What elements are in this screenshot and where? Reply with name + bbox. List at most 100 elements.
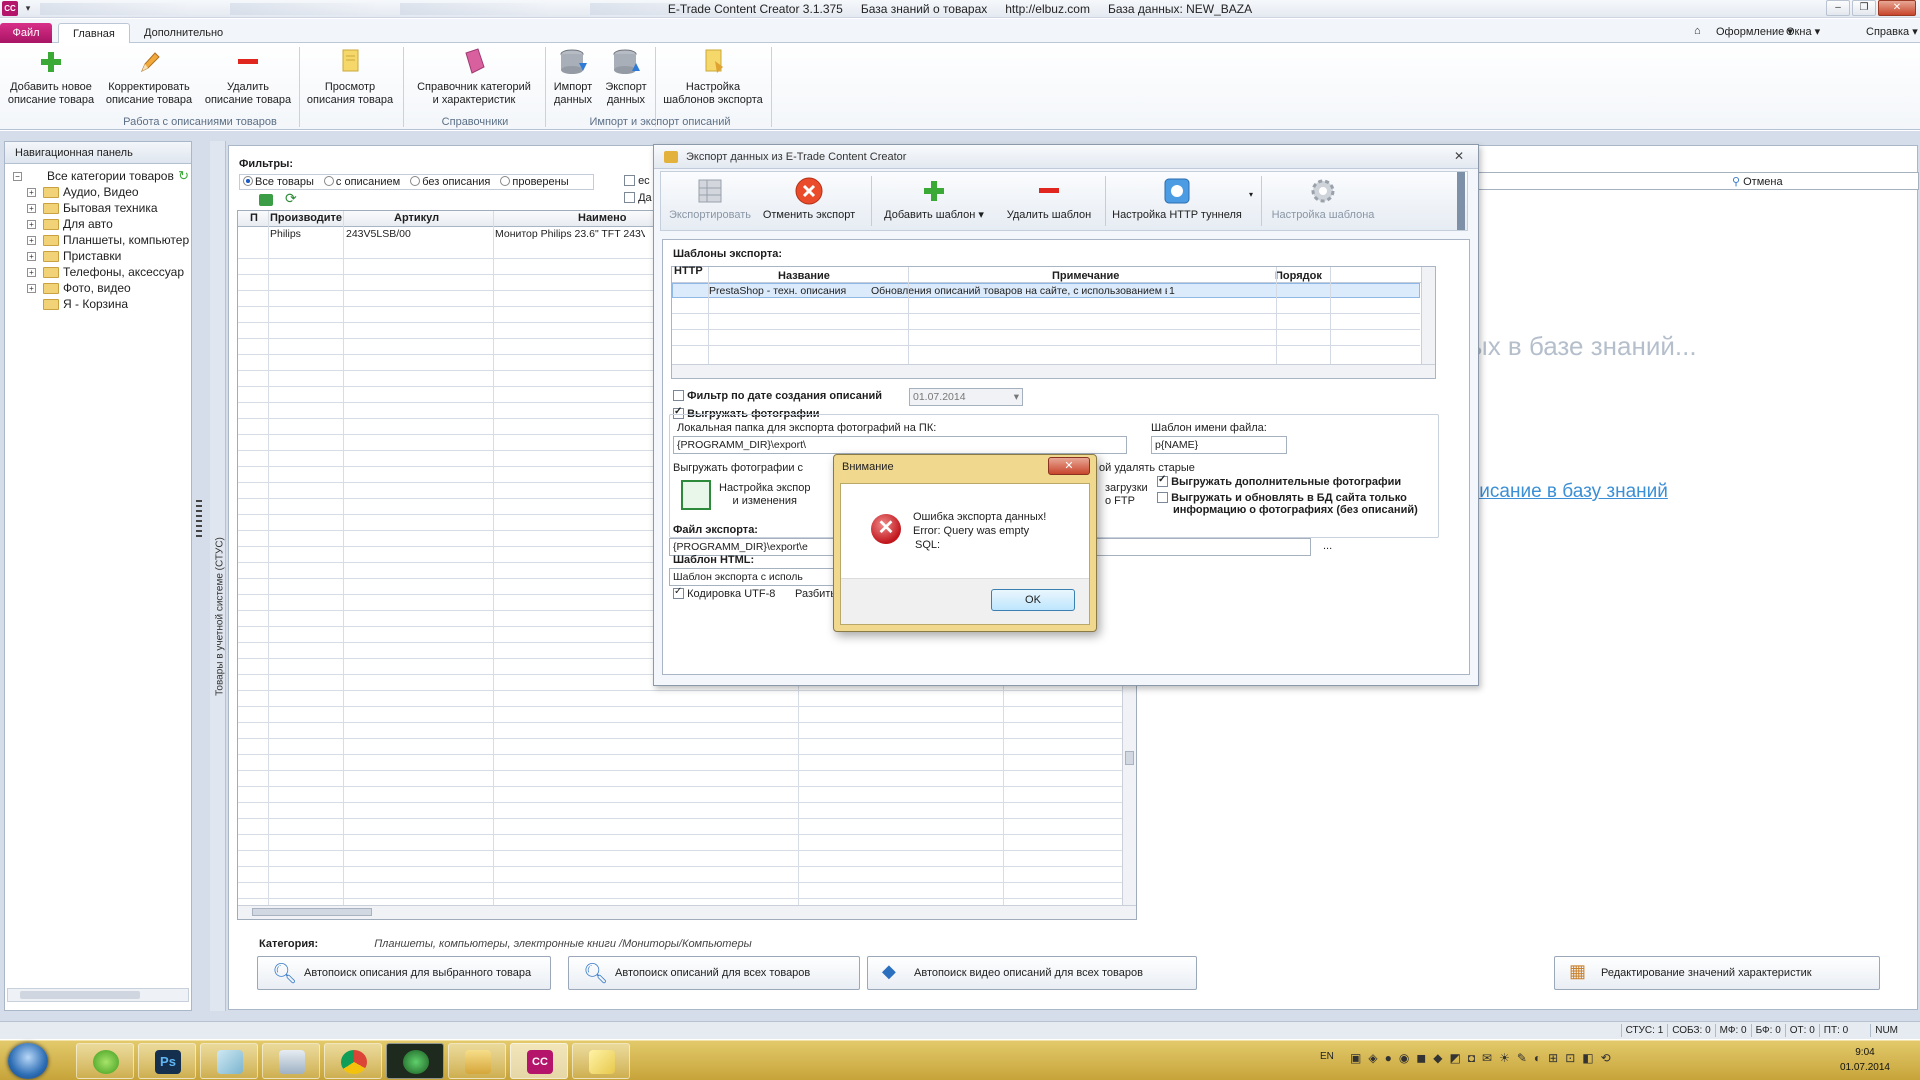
view-description-button[interactable]: Просмотр описания товара: [302, 47, 398, 107]
tray-language[interactable]: EN: [1320, 1051, 1334, 1062]
tab-file[interactable]: Файл: [0, 23, 52, 43]
tree-item[interactable]: + Бытовая техника: [9, 200, 189, 216]
filter-without-desc[interactable]: без описания: [410, 176, 490, 188]
search-field[interactable]: [1459, 172, 1919, 190]
utf8-check[interactable]: Кодировка UTF-8: [673, 586, 775, 600]
add-to-knowledge-link[interactable]: писание в базу знаний: [1469, 481, 1668, 503]
http-tunnel-button[interactable]: Настройка HTTP туннеля: [1111, 176, 1243, 222]
edit-description-button[interactable]: Корректировать описание товара: [104, 47, 194, 107]
templates-hscroll[interactable]: [672, 364, 1435, 378]
expand-icon[interactable]: +: [27, 220, 36, 229]
taskbar-app-dark[interactable]: [386, 1043, 444, 1079]
tunnel-icon: [1164, 178, 1190, 204]
start-button[interactable]: [8, 1043, 48, 1079]
menu-windows[interactable]: Окна ▾: [1786, 25, 1820, 38]
filter-all[interactable]: Все товары: [243, 176, 314, 188]
autosearch-all-button[interactable]: 🔍︎ Автопоиск описаний для всех товаров: [568, 956, 860, 990]
tree-item[interactable]: + Аудио, Видео: [9, 184, 189, 200]
filter-check-1[interactable]: ес: [624, 175, 650, 187]
filter-with-desc[interactable]: с описанием: [323, 176, 400, 188]
tab-home[interactable]: Главная: [58, 23, 130, 43]
menu-design[interactable]: Оформление ▾: [1716, 25, 1793, 38]
expand-icon[interactable]: +: [27, 284, 36, 293]
taskbar-notes[interactable]: [200, 1043, 258, 1079]
expand-icon[interactable]: +: [27, 252, 36, 261]
ftp-settings-icon[interactable]: [681, 480, 711, 510]
expand-icon[interactable]: +: [27, 188, 36, 197]
tree-root[interactable]: − Все категории товаров: [9, 168, 189, 184]
taskbar-content-creator[interactable]: CC: [510, 1043, 568, 1079]
taskbar-calculator[interactable]: [262, 1043, 320, 1079]
folder-icon: [43, 203, 59, 214]
tray-clock[interactable]: 9:04 01.07.2014: [1840, 1045, 1890, 1075]
database-import-icon: [560, 49, 587, 74]
minimize-icon[interactable]: –: [1826, 0, 1850, 16]
categories-reference-button[interactable]: Справочник категорий и характеристик: [406, 47, 542, 107]
template-row-selected[interactable]: PrestaShop - техн. описания Обновления о…: [672, 283, 1420, 298]
autosearch-selected-button[interactable]: 🔍︎ Автопоиск описания для выбранного това…: [257, 956, 551, 990]
expand-icon[interactable]: +: [27, 268, 36, 277]
cancel-export-button[interactable]: Отменить экспорт: [759, 176, 859, 222]
splitter-grip[interactable]: [196, 500, 202, 540]
close-icon[interactable]: ✕: [1048, 457, 1090, 475]
ftp-settings-text[interactable]: Настройка экспор и изменения: [719, 482, 810, 508]
templates-vscroll[interactable]: [1421, 267, 1435, 378]
chevron-down-icon[interactable]: ▾: [1249, 190, 1253, 199]
side-strip[interactable]: Товары в учетной системе (СТУС): [210, 141, 226, 1011]
ok-button[interactable]: OK: [991, 589, 1075, 611]
template-settings-button[interactable]: Настройка шаблона: [1267, 176, 1379, 222]
tree-item[interactable]: + Планшеты, компьютер: [9, 232, 189, 248]
nav-horizontal-scrollbar[interactable]: [7, 988, 189, 1002]
tree-item[interactable]: + Телефоны, аксессуар: [9, 264, 189, 280]
collapse-icon[interactable]: −: [13, 172, 22, 181]
cancel-link[interactable]: ⚲ Отмена: [1732, 175, 1783, 188]
tree-item-trash[interactable]: Я - Корзина: [9, 296, 189, 312]
taskbar-photoshop[interactable]: Ps: [138, 1043, 196, 1079]
taskbar-explorer[interactable]: [448, 1043, 506, 1079]
close-icon[interactable]: ✕: [1878, 0, 1916, 16]
scroll-thumb[interactable]: [20, 991, 140, 999]
filter-checked[interactable]: проверены: [500, 176, 569, 188]
export-data-button[interactable]: Экспорт данных: [600, 47, 652, 107]
tree-item[interactable]: + Для авто: [9, 216, 189, 232]
grid-empty-row: [238, 771, 1136, 787]
close-icon[interactable]: ✕: [1454, 149, 1464, 163]
import-data-button[interactable]: Импорт данных: [548, 47, 598, 107]
tree-item[interactable]: + Фото, видео: [9, 280, 189, 296]
file-name-template-input[interactable]: p{NAME}: [1151, 436, 1287, 454]
expand-icon[interactable]: +: [27, 236, 36, 245]
taskbar-chrome[interactable]: [324, 1043, 382, 1079]
delete-template-button[interactable]: Удалить шаблон: [1005, 176, 1093, 222]
delete-description-button[interactable]: Удалить описание товара: [202, 47, 294, 107]
edit-characteristics-button[interactable]: ▦ Редактирование значений характеристик: [1554, 956, 1880, 990]
scroll-thumb[interactable]: [1125, 751, 1134, 765]
update-photos-check[interactable]: Выгружать и обновлять в БД сайта только и…: [1157, 492, 1418, 516]
extra-photos-check[interactable]: Выгружать дополнительные фотографии: [1157, 474, 1401, 488]
chevron-down-icon: ▾: [1013, 391, 1019, 403]
browse-button[interactable]: ...: [1323, 540, 1332, 552]
tab-extra[interactable]: Дополнительно: [130, 23, 237, 43]
maximize-icon[interactable]: ❐: [1852, 0, 1876, 16]
date-filter-check[interactable]: Фильтр по дате создания описаний: [673, 390, 882, 402]
tray-icons[interactable]: ▣◈●◉◼◆◩◘✉☀✎◐⊞⊡◧⟲: [1350, 1051, 1618, 1065]
refresh-icon[interactable]: ⟳: [285, 190, 297, 207]
navigation-panel-title: Навигационная панель: [5, 142, 191, 164]
taskbar-sticky[interactable]: [572, 1043, 630, 1079]
export-file-label: Файл экспорта:: [673, 524, 758, 536]
scroll-thumb[interactable]: [252, 908, 372, 916]
export-templates-button[interactable]: Настройка шаблонов экспорта: [658, 47, 768, 107]
filter-check-2[interactable]: Да: [624, 192, 652, 204]
date-filter-input[interactable]: 01.07.2014 ▾: [909, 388, 1023, 406]
local-folder-input[interactable]: {PROGRAMM_DIR}\export\: [673, 436, 1127, 454]
menu-help[interactable]: Справка ▾: [1866, 25, 1918, 38]
grid-horizontal-scrollbar[interactable]: [238, 905, 1136, 919]
add-description-button[interactable]: Добавить новое описание товара: [6, 47, 96, 107]
tree-item[interactable]: + Приставки: [9, 248, 189, 264]
expand-icon[interactable]: +: [27, 204, 36, 213]
taskbar-icq[interactable]: [76, 1043, 134, 1079]
export-button[interactable]: Экспортировать: [665, 176, 755, 222]
add-template-button[interactable]: Добавить шаблон ▾: [879, 176, 989, 222]
export-excel-icon[interactable]: [259, 194, 273, 206]
ribbon-help-icon[interactable]: ⌂: [1694, 25, 1701, 37]
autosearch-video-button[interactable]: ◆ Автопоиск видео описаний для всех товар…: [867, 956, 1197, 990]
